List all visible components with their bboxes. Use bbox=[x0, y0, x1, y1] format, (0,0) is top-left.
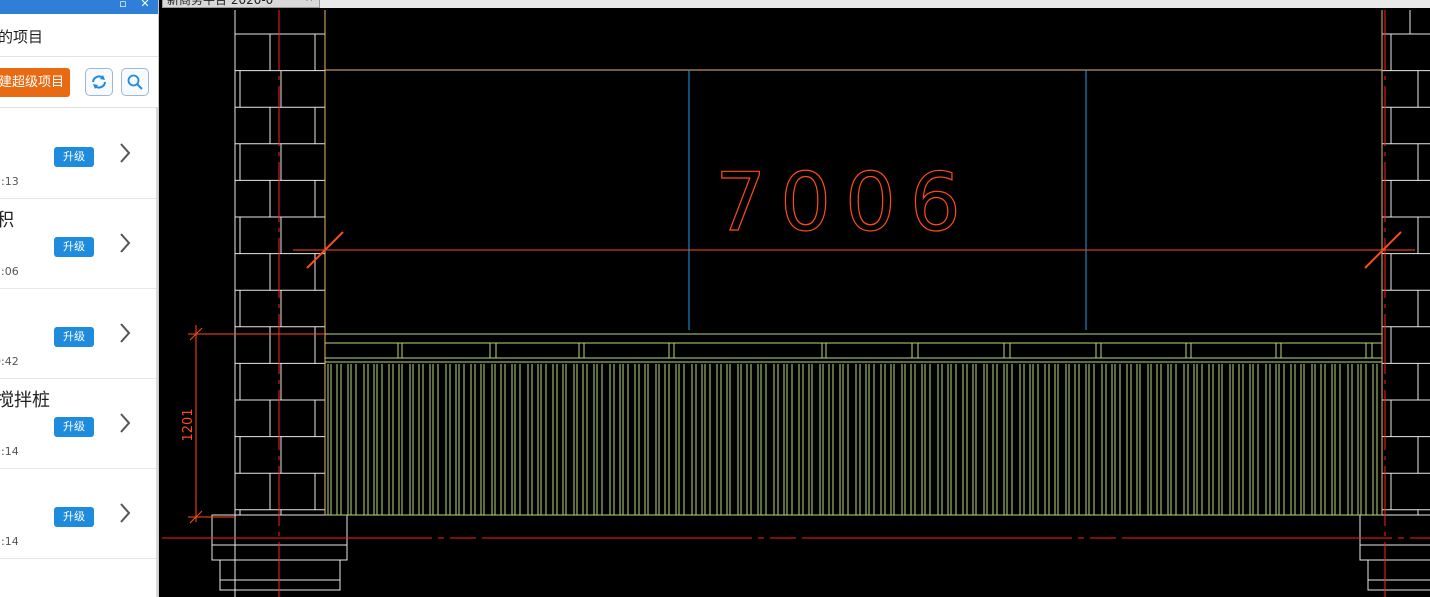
chevron-right-icon[interactable] bbox=[118, 322, 132, 344]
item-time: 5:13 bbox=[0, 175, 19, 188]
item-name: 积 bbox=[0, 206, 14, 232]
canvas-background bbox=[162, 8, 1430, 597]
upgrade-badge[interactable]: 升级 bbox=[54, 147, 94, 167]
chevron-right-icon[interactable] bbox=[118, 412, 132, 434]
close-icon[interactable]: ✕ bbox=[139, 0, 151, 10]
upgrade-badge[interactable]: 升级 bbox=[54, 417, 94, 437]
list-item[interactable]: 升级 3:14 bbox=[0, 468, 156, 559]
upgrade-badge[interactable]: 升级 bbox=[54, 237, 94, 257]
item-time: 7:14 bbox=[0, 445, 19, 458]
upgrade-badge[interactable]: 升级 bbox=[54, 327, 94, 347]
scrollbar[interactable] bbox=[156, 107, 158, 597]
list-item[interactable]: 升级 5:13 bbox=[0, 108, 156, 199]
search-icon bbox=[127, 74, 143, 90]
drawing-tab-label: 新商务平台 2020-0 bbox=[167, 0, 274, 7]
close-icon[interactable]: × bbox=[305, 0, 313, 4]
refresh-button[interactable] bbox=[85, 68, 113, 96]
drawing-tab[interactable]: 新商务平台 2020-0 × bbox=[162, 0, 320, 8]
project-list: 升级 5:13 积 升级 2:06 升级 0:42 搅拌桩 升级 7:14 升级… bbox=[0, 107, 158, 597]
chevron-right-icon[interactable] bbox=[118, 232, 132, 254]
new-super-project-button[interactable]: 建超级项目 bbox=[0, 68, 70, 97]
restore-icon[interactable]: ▫ bbox=[117, 0, 129, 10]
search-button[interactable] bbox=[121, 68, 149, 96]
list-item[interactable]: 搅拌桩 升级 7:14 bbox=[0, 378, 156, 469]
divider bbox=[0, 56, 158, 57]
item-time: 2:06 bbox=[0, 265, 19, 278]
chevron-right-icon[interactable] bbox=[118, 142, 132, 164]
panel-title: 的项目 bbox=[0, 28, 44, 46]
refresh-icon bbox=[92, 75, 106, 89]
item-time: 3:14 bbox=[0, 535, 19, 548]
item-name: 搅拌桩 bbox=[0, 390, 50, 411]
list-item[interactable]: 升级 0:42 bbox=[0, 288, 156, 379]
panel-title-bar: ▫ ✕ bbox=[0, 0, 158, 14]
list-item[interactable]: 积 升级 2:06 bbox=[0, 198, 156, 289]
dimension-text-7006: 7006 bbox=[715, 156, 975, 249]
tab-strip bbox=[320, 0, 1430, 8]
upgrade-badge[interactable]: 升级 bbox=[54, 507, 94, 527]
chevron-right-icon[interactable] bbox=[118, 502, 132, 524]
item-time: 0:42 bbox=[0, 355, 19, 368]
cad-canvas[interactable]: 7006 1201 bbox=[162, 8, 1430, 597]
dimension-text-1201: 1201 bbox=[181, 408, 196, 441]
project-panel: ▫ ✕ 的项目 建超级项目 升级 5:13 积 升级 2:06 bbox=[0, 0, 159, 597]
